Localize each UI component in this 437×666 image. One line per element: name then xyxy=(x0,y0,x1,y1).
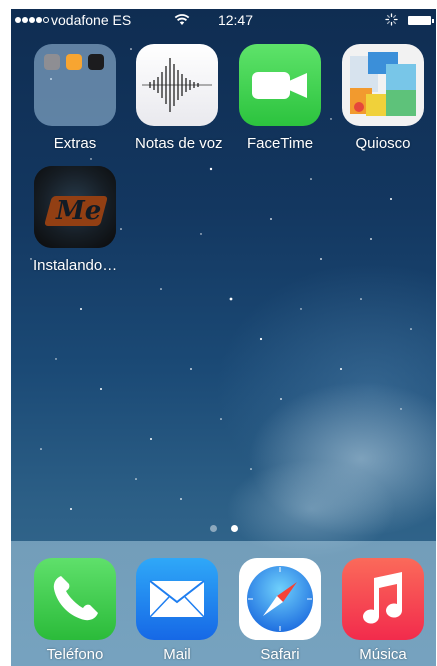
newsstand-icon xyxy=(342,44,424,126)
safari-icon xyxy=(239,558,321,640)
dock-app-music[interactable]: Música xyxy=(341,558,425,663)
app-extras-folder[interactable]: Extras xyxy=(33,44,117,152)
clock: 12:47 xyxy=(217,12,254,28)
app-label: Música xyxy=(359,646,407,663)
app-installing[interactable]: Me Instalando… xyxy=(33,166,117,274)
facetime-icon xyxy=(239,44,321,126)
phone-icon xyxy=(34,558,116,640)
mail-icon xyxy=(136,558,218,640)
app-label: Instalando… xyxy=(33,257,118,274)
dock-app-safari[interactable]: Safari xyxy=(238,558,322,663)
dock-app-mail[interactable]: Mail xyxy=(135,558,219,663)
app-label: Quiosco xyxy=(355,135,411,152)
status-bar: vodafone ES 12:47 xyxy=(11,9,436,31)
app-label: Extras xyxy=(53,135,97,152)
app-label: Notas de voz xyxy=(135,135,223,152)
app-label: Safari xyxy=(260,646,300,663)
voice-memos-icon xyxy=(136,44,218,126)
page-dot[interactable] xyxy=(209,525,217,532)
page-indicator[interactable] xyxy=(11,525,436,532)
app-facetime[interactable]: FaceTime xyxy=(238,44,322,152)
page-dot-current[interactable] xyxy=(230,525,238,532)
dock: Teléfono Mail Safari Música xyxy=(11,541,436,666)
app-label: FaceTime xyxy=(246,135,314,152)
installing-app-icon: Me xyxy=(34,166,116,248)
activity-spinner-icon xyxy=(385,13,398,26)
app-label: Teléfono xyxy=(46,646,104,663)
home-screen: vodafone ES 12:47 Extras Notas de voz Fa… xyxy=(11,9,436,666)
app-voice-memos[interactable]: Notas de voz xyxy=(135,44,223,152)
battery-icon xyxy=(408,16,434,25)
app-label: Mail xyxy=(163,646,191,663)
dock-app-phone[interactable]: Teléfono xyxy=(33,558,117,663)
app-newsstand[interactable]: Quiosco xyxy=(341,44,425,152)
folder-icon xyxy=(34,44,116,126)
music-icon xyxy=(342,558,424,640)
